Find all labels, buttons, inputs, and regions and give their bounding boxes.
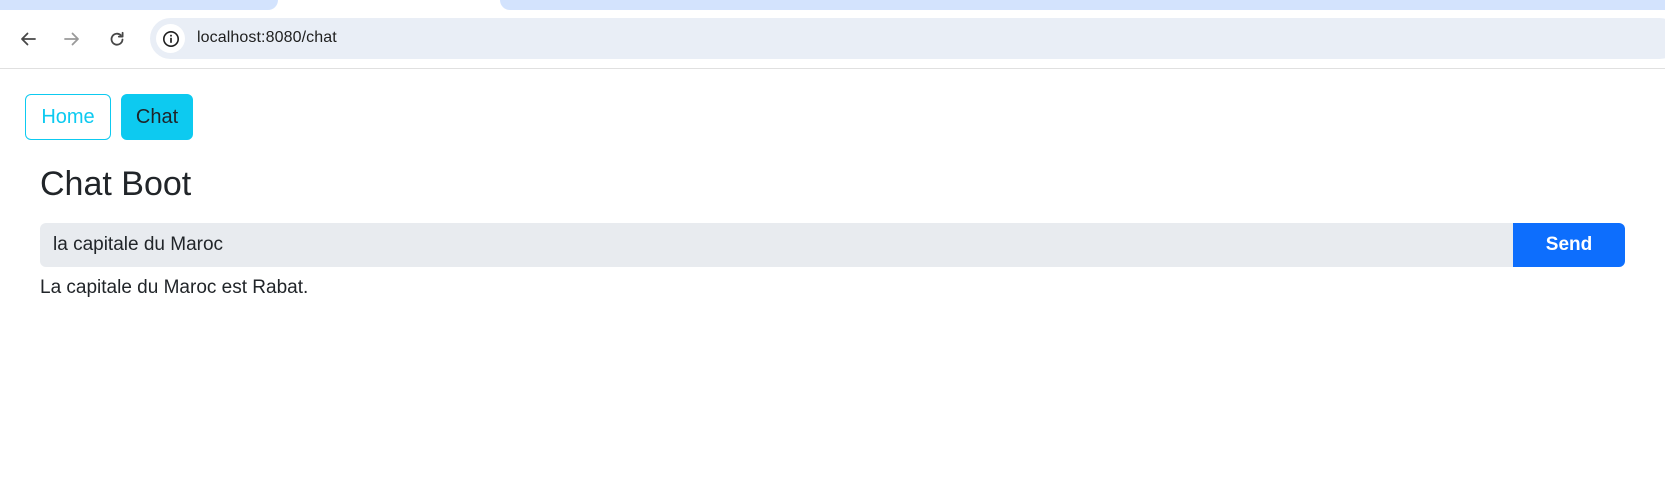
info-circle-icon [162,30,179,47]
browser-tab[interactable] [500,0,1665,10]
forward-button[interactable] [57,24,87,54]
chat-response: La capitale du Maroc est Rabat. [40,277,309,298]
site-info-button[interactable] [156,24,185,53]
home-nav-button[interactable]: Home [25,94,111,140]
back-button[interactable] [13,24,43,54]
reload-icon [110,31,124,46]
arrow-right-icon [64,32,79,46]
chat-input[interactable] [40,223,1513,267]
page-content: Home Chat Chat Boot Send La capitale du … [0,69,1665,494]
address-bar[interactable]: localhost:8080/chat [150,18,1665,59]
chat-nav-button[interactable]: Chat [121,94,193,140]
browser-tab[interactable] [0,0,278,10]
arrow-left-icon [21,32,36,46]
send-button[interactable]: Send [1513,223,1625,267]
url-text: localhost:8080/chat [197,29,337,46]
browser-tab-strip [0,0,1665,10]
reload-button[interactable] [102,24,132,54]
browser-toolbar: localhost:8080/chat [0,10,1665,69]
page-title: Chat Boot [40,165,192,203]
